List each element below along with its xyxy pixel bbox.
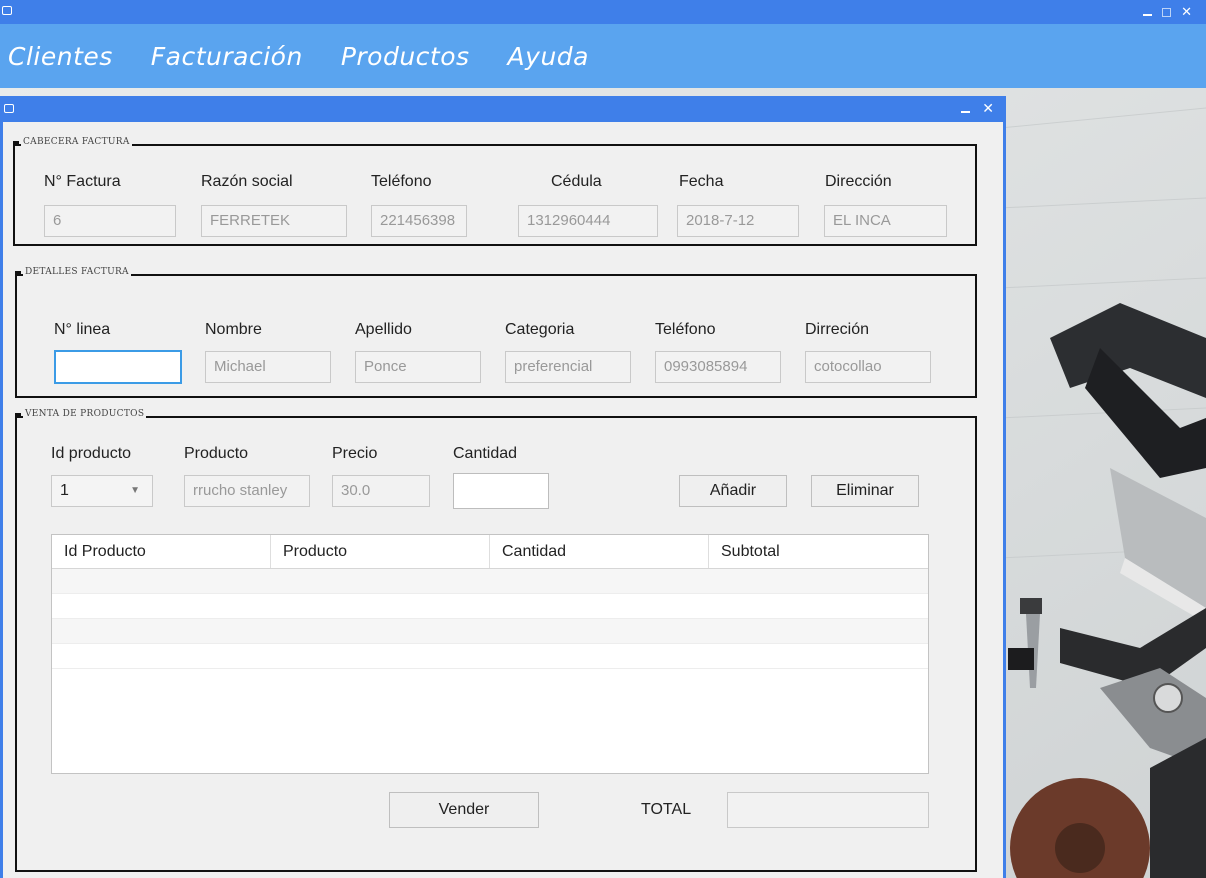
- productos-table[interactable]: Id Producto Producto Cantidad Subtotal: [51, 534, 929, 774]
- cantidad-input[interactable]: [453, 473, 549, 509]
- venta-legend: VENTA DE PRODUCTOS: [14, 409, 147, 419]
- label-cantidad: Cantidad: [453, 445, 518, 462]
- label-razon-social: Razón social: [201, 173, 293, 190]
- label-direccion: Dirección: [825, 173, 892, 190]
- header-subtotal[interactable]: Subtotal: [709, 535, 928, 568]
- window-icon: [4, 104, 14, 113]
- table-row[interactable]: [52, 644, 928, 669]
- label-direccion-cliente: Dirreción: [805, 321, 870, 338]
- label-cedula: Cédula: [551, 173, 602, 190]
- label-apellido: Apellido: [355, 321, 412, 338]
- nombre-field[interactable]: Michael: [205, 351, 331, 383]
- label-nombre: Nombre: [205, 321, 262, 338]
- menu-ayuda[interactable]: Ayuda: [508, 42, 589, 71]
- eliminar-button[interactable]: Eliminar: [811, 475, 919, 507]
- table-row[interactable]: [52, 569, 928, 594]
- total-field[interactable]: [727, 792, 929, 828]
- cabecera-legend: CABECERA FACTURA: [13, 137, 132, 147]
- label-precio: Precio: [332, 445, 378, 462]
- header-cantidad[interactable]: Cantidad: [490, 535, 709, 568]
- menu-clientes[interactable]: Clientes: [8, 42, 113, 71]
- minimize-icon[interactable]: [1143, 14, 1153, 16]
- minimize-icon[interactable]: [961, 111, 971, 113]
- categoria-field[interactable]: preferencial: [505, 351, 631, 383]
- id-producto-select[interactable]: 1 ▼: [51, 475, 153, 507]
- fecha-field[interactable]: 2018-7-12: [677, 205, 799, 237]
- producto-field[interactable]: rrucho stanley: [184, 475, 310, 507]
- detalles-legend: DETALLES FACTURA: [15, 267, 131, 277]
- header-id-producto[interactable]: Id Producto: [52, 535, 271, 568]
- label-n-factura: N° Factura: [44, 173, 121, 190]
- venta-productos-group: VENTA DE PRODUCTOS Id producto Producto …: [14, 409, 977, 872]
- label-n-linea: N° linea: [54, 321, 111, 338]
- telefono-cliente-field[interactable]: 0993085894: [655, 351, 781, 383]
- vender-button[interactable]: Vender: [389, 792, 539, 828]
- anadir-button[interactable]: Añadir: [679, 475, 787, 507]
- restore-icon[interactable]: [1162, 7, 1172, 17]
- menu-facturacion[interactable]: Facturación: [151, 42, 303, 71]
- close-icon[interactable]: ✕: [982, 101, 994, 117]
- factura-window-title-bar: ✕: [0, 96, 1006, 122]
- label-fecha: Fecha: [679, 173, 724, 190]
- table-row[interactable]: [52, 594, 928, 619]
- chevron-down-icon: ▼: [130, 485, 140, 496]
- window-icon: [2, 6, 12, 15]
- razon-social-field[interactable]: FERRETEK: [201, 205, 347, 237]
- header-producto[interactable]: Producto: [271, 535, 490, 568]
- label-id-producto: Id producto: [51, 445, 132, 462]
- label-producto: Producto: [184, 445, 249, 462]
- precio-field[interactable]: 30.0: [332, 475, 430, 507]
- telefono-field[interactable]: 221456398: [371, 205, 467, 237]
- label-categoria: Categoria: [505, 321, 575, 338]
- menu-bar: Clientes Facturación Productos Ayuda: [0, 24, 1206, 88]
- table-row[interactable]: [52, 619, 928, 644]
- n-factura-field[interactable]: 6: [44, 205, 176, 237]
- detalles-factura-group: DETALLES FACTURA N° linea Nombre Apellid…: [15, 267, 977, 398]
- direccion-cliente-field[interactable]: cotocollao: [805, 351, 931, 383]
- menu-productos[interactable]: Productos: [341, 42, 470, 71]
- apellido-field[interactable]: Ponce: [355, 351, 481, 383]
- app-title-bar: ✕: [0, 0, 1206, 24]
- cabecera-factura-group: CABECERA FACTURA N° Factura Razón social…: [13, 137, 977, 246]
- close-icon[interactable]: ✕: [1181, 5, 1192, 20]
- label-telefono: Teléfono: [371, 173, 432, 190]
- table-header: Id Producto Producto Cantidad Subtotal: [52, 535, 928, 569]
- label-telefono-cliente: Teléfono: [655, 321, 716, 338]
- n-linea-input[interactable]: [54, 350, 182, 384]
- id-producto-selected: 1: [60, 482, 69, 499]
- cedula-field[interactable]: 1312960444: [518, 205, 658, 237]
- direccion-field[interactable]: EL INCA: [824, 205, 947, 237]
- factura-form: CABECERA FACTURA N° Factura Razón social…: [3, 122, 1003, 878]
- total-label: TOTAL: [641, 801, 692, 818]
- factura-window: ✕ CABECERA FACTURA N° Factura Razón soci…: [0, 96, 1006, 878]
